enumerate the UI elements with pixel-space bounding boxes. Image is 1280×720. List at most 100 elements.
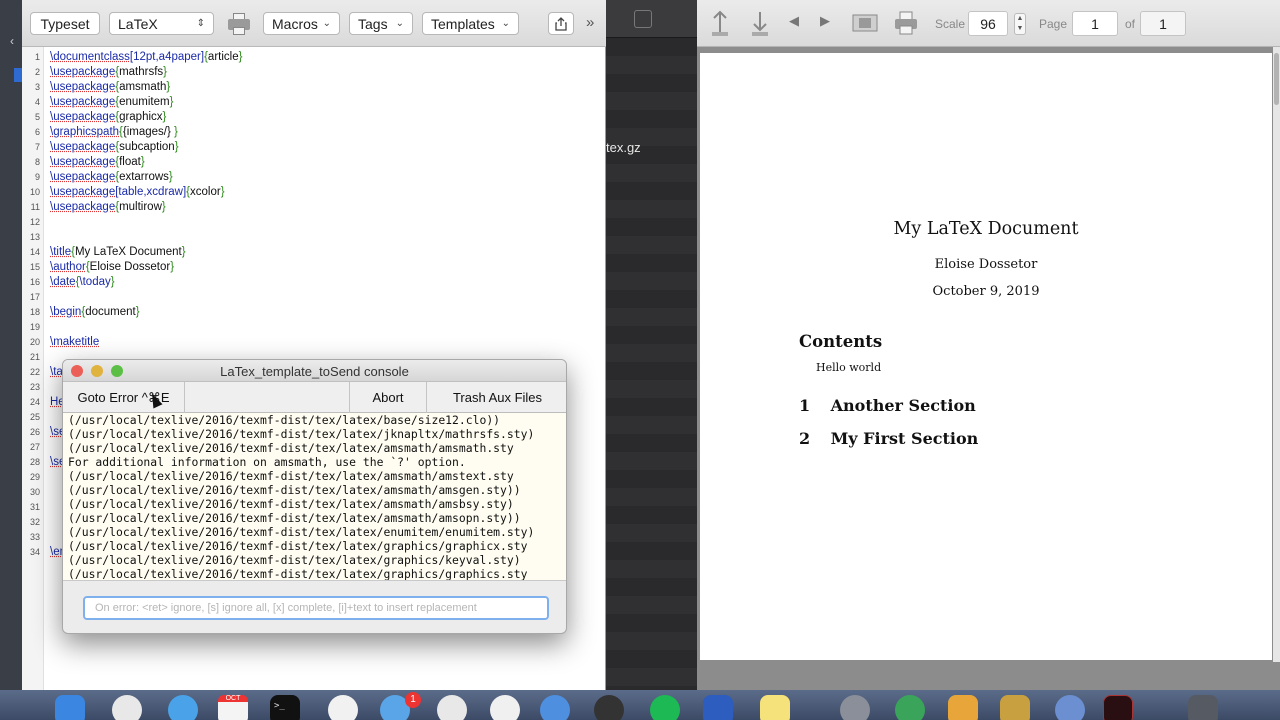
code-line[interactable]: \usepackage{amsmath} [50, 80, 170, 94]
brace-close: } [162, 111, 167, 123]
code-line[interactable]: \author{Eloise Dossetor} [50, 260, 174, 274]
console-log[interactable]: (/usr/local/texlive/2016/texmf-dist/tex/… [63, 413, 566, 581]
previous-page-icon[interactable]: ◀ [789, 13, 799, 29]
blue-app-icon[interactable] [1055, 695, 1085, 720]
settings-gear-icon[interactable] [594, 695, 624, 720]
background-file-list [606, 38, 697, 690]
latex-argument: extarrows [119, 171, 169, 183]
latex-command: \title [50, 246, 72, 258]
trash-icon[interactable] [1188, 695, 1218, 720]
abort-button[interactable]: Abort [350, 382, 427, 413]
toc-intro: Hello world [816, 361, 882, 374]
latex-option: [12pt,a4paper] [129, 51, 205, 63]
latex-argument: enumitem [119, 96, 170, 108]
pages-icon[interactable] [948, 695, 978, 720]
sync-icon[interactable] [895, 695, 925, 720]
print-icon[interactable] [226, 11, 252, 37]
code-line[interactable]: \maketitle [50, 335, 99, 349]
share-button[interactable] [548, 12, 574, 35]
code-line[interactable]: \usepackage{extarrows} [50, 170, 173, 184]
latex-command: \date [50, 276, 76, 288]
code-line[interactable]: \usepackage{enumitem} [50, 95, 173, 109]
toc-entry[interactable]: 1 Another Section [799, 396, 976, 416]
code-line[interactable]: \title{My LaTeX Document} [50, 245, 186, 259]
code-line[interactable]: \graphicspath{{images/} } [50, 125, 178, 139]
console-titlebar[interactable]: LaTex_template_toSend console [63, 360, 566, 382]
tags-dropdown[interactable]: Tags ⌄ [349, 12, 413, 35]
latex-app-icon[interactable] [1103, 695, 1133, 720]
toc-entry[interactable]: 2 My First Section [799, 429, 978, 449]
scale-label: Scale [935, 17, 966, 31]
line-number: 8 [34, 157, 40, 167]
line-number: 27 [29, 442, 40, 452]
code-line[interactable]: \usepackage{mathrsfs} [50, 65, 167, 79]
photos-icon[interactable] [328, 695, 358, 720]
toc-section-title: Another Section [830, 396, 976, 415]
chrome-icon[interactable] [112, 695, 142, 720]
page-input[interactable]: 1 [1072, 11, 1118, 36]
script-icon[interactable] [1000, 695, 1030, 720]
notes-icon[interactable] [760, 695, 790, 720]
macros-dropdown[interactable]: Macros ⌄ [263, 12, 340, 35]
brace-close: } [163, 66, 167, 78]
fit-page-icon[interactable] [851, 12, 879, 39]
toolbar-overflow-icon[interactable]: » [586, 14, 594, 31]
safari-icon[interactable] [168, 695, 198, 720]
latex-argument: article [207, 51, 239, 63]
pdf-page[interactable]: My LaTeX Document Eloise Dossetor Octobe… [700, 53, 1272, 660]
viewer-scrollbar[interactable] [1273, 47, 1280, 662]
line-number: 3 [34, 82, 40, 92]
code-line[interactable]: \usepackage{float} [50, 155, 145, 169]
download-icon[interactable] [749, 8, 771, 43]
line-number: 13 [29, 232, 40, 242]
scale-input[interactable]: 96 [968, 11, 1008, 36]
background-file-name[interactable]: tex.gz [606, 140, 641, 155]
line-number: 21 [29, 352, 40, 362]
terminal-icon[interactable]: >_ [270, 695, 300, 720]
code-line[interactable]: \usepackage{multirow} [50, 200, 166, 214]
console-log-line: (/usr/local/texlive/2016/texmf-dist/tex/… [68, 441, 514, 455]
tags-label: Tags [358, 15, 388, 32]
line-number: 10 [29, 187, 40, 197]
desktop-left-strip: ‹ [0, 0, 24, 690]
error-response-input[interactable]: On error: <ret> ignore, [s] ignore all, … [83, 596, 549, 620]
code-line[interactable]: \date{\today} [50, 275, 115, 289]
latex-argument: mathrsfs [119, 66, 164, 78]
latex-argument: Eloise Dossetor [89, 261, 171, 273]
line-number: 29 [29, 472, 40, 482]
latex-command: \usepackage [50, 141, 116, 153]
console-log-line: (/usr/local/texlive/2016/texmf-dist/tex/… [68, 469, 514, 483]
viewer-toolbar: ◀ ▶ Scale 96 ▲ ▼ Page 1 of 1 [697, 0, 1280, 47]
typeset-button[interactable]: Typeset [30, 12, 100, 35]
page-label: Page [1039, 17, 1068, 31]
next-page-icon[interactable]: ▶ [820, 13, 830, 29]
templates-dropdown[interactable]: Templates ⌄ [422, 12, 519, 35]
app-icon[interactable] [703, 695, 733, 720]
trash-aux-files-button[interactable]: Trash Aux Files [427, 382, 566, 413]
latex-command: \usepackage [50, 81, 116, 93]
finder-icon[interactable] [55, 695, 85, 720]
code-line[interactable]: \usepackage[table,xcdraw]{xcolor} [50, 185, 225, 199]
print-icon[interactable] [893, 10, 919, 41]
news-icon[interactable] [437, 695, 467, 720]
music-icon[interactable] [490, 695, 520, 720]
xcode-icon[interactable] [540, 695, 570, 720]
spotify-icon[interactable] [650, 695, 680, 720]
line-number: 7 [34, 142, 40, 152]
goto-error-button[interactable]: Goto Error ^⌘E [63, 382, 185, 413]
terminal-prompt-icon: >_ [274, 701, 285, 711]
console-log-line: (/usr/local/texlive/2016/texmf-dist/tex/… [68, 483, 521, 497]
code-line[interactable]: \ta [50, 365, 63, 379]
code-line[interactable]: \documentclass[12pt,a4paper]{article} [50, 50, 242, 64]
texshop-icon[interactable] [840, 695, 870, 720]
code-line[interactable]: \begin{document} [50, 305, 140, 319]
scrollbar-thumb[interactable] [1274, 53, 1279, 105]
dock: OCT >_ 1 [0, 690, 1280, 720]
scale-stepper[interactable]: ▲ ▼ [1014, 13, 1026, 35]
upload-icon[interactable] [709, 8, 731, 43]
engine-select[interactable]: LaTeX ⇕ [109, 12, 214, 35]
latex-argument: subcaption [119, 141, 175, 153]
calendar-icon[interactable]: OCT [218, 695, 248, 720]
code-line[interactable]: \usepackage{graphicx} [50, 110, 166, 124]
code-line[interactable]: \usepackage{subcaption} [50, 140, 179, 154]
